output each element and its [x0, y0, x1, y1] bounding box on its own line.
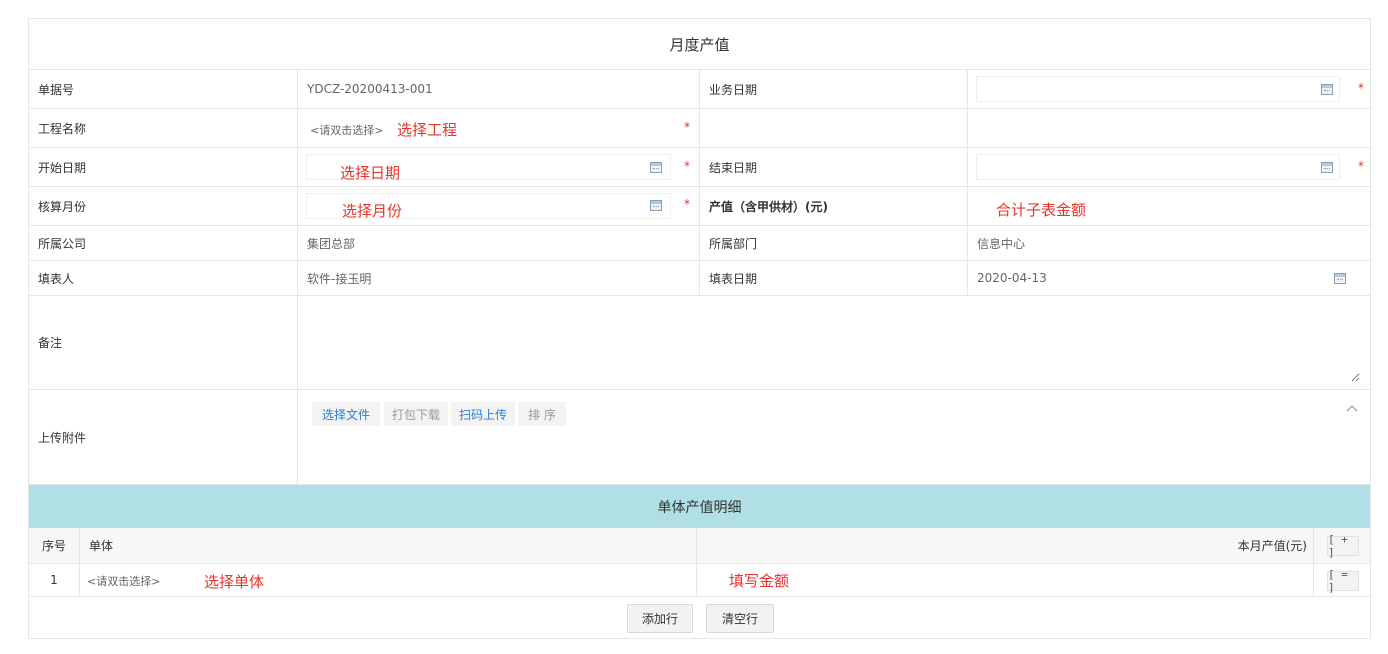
row-amount-cell[interactable]: 填写金额 [696, 564, 1313, 596]
calendar-icon[interactable] [650, 162, 662, 173]
filler-value: 软件-接玉明 [297, 261, 699, 295]
row-month: 核算月份 选择月份 * 产值（含甲供材）(元) 合计子表金额 [29, 187, 1370, 226]
biz-date-input[interactable] [976, 76, 1340, 102]
clear-rows-button[interactable]: 清空行 [706, 604, 774, 633]
calendar-icon [1334, 273, 1346, 284]
row-project: 工程名称 <请双击选择> 选择工程 * [29, 109, 1370, 148]
detail-table-header: 序号 单体 本月产值(元) [ + ] [29, 528, 1370, 564]
attachment-cell: 选择文件 打包下载 扫码上传 排 序 [297, 390, 1372, 484]
start-date-cell: 选择日期 * [297, 148, 699, 186]
project-label: 工程名称 [38, 121, 87, 136]
add-row-icon-button[interactable]: [ + ] [1327, 533, 1359, 559]
fill-date-value: 2020-04-13 [977, 271, 1047, 285]
empty-cell [967, 109, 1372, 147]
remark-textarea[interactable] [298, 296, 1360, 382]
add-column-cell: [ + ] [1313, 528, 1372, 563]
pack-download-button[interactable]: 打包下载 [384, 402, 448, 426]
row-dates: 开始日期 选择日期 * 结束日期 * [29, 148, 1370, 187]
scan-upload-button[interactable]: 扫码上传 [451, 402, 515, 426]
row-unit-annotation: 选择单体 [204, 573, 265, 591]
calendar-icon[interactable] [650, 200, 662, 211]
row-unit-placeholder[interactable]: <请双击选择> [87, 573, 160, 589]
remove-row-button[interactable]: [ = ] [1327, 568, 1359, 594]
column-header-unit: 单体 [79, 528, 696, 563]
remark-label: 备注 [38, 336, 63, 350]
table-row: 1 <请双击选择> 选择单体 填写金额 [ = ] [29, 564, 1370, 597]
end-date-label: 结束日期 [699, 148, 967, 186]
start-date-label: 开始日期 [38, 160, 87, 175]
company-label: 所属公司 [38, 236, 87, 251]
detail-section-header: 单体产值明细 [29, 485, 1370, 528]
fill-date-label: 填表日期 [699, 261, 967, 295]
form-title-row: 月度产值 [29, 19, 1370, 70]
form-title: 月度产值 [669, 35, 730, 54]
account-month-label: 核算月份 [38, 199, 87, 214]
fill-date-cell: 2020-04-13 [967, 261, 1372, 295]
company-value: 集团总部 [297, 226, 699, 260]
required-mark: * [684, 120, 690, 134]
row-attachment: 上传附件 选择文件 打包下载 扫码上传 排 序 [29, 390, 1370, 485]
empty-cell [699, 109, 967, 147]
department-label: 所属部门 [699, 226, 967, 260]
biz-date-cell: * [967, 70, 1372, 108]
biz-date-label: 业务日期 [699, 70, 967, 108]
output-value-cell: 合计子表金额 [967, 187, 1372, 225]
add-row-button[interactable]: 添加行 [627, 604, 693, 633]
column-header-amount: 本月产值(元) [696, 528, 1313, 563]
end-date-input[interactable] [976, 154, 1340, 180]
project-cell[interactable]: <请双击选择> 选择工程 * [297, 109, 699, 147]
required-mark: * [684, 197, 690, 211]
row-amount-annotation: 填写金额 [729, 572, 790, 590]
account-month-annotation: 选择月份 [342, 202, 403, 220]
column-header-seq: 序号 [41, 539, 66, 553]
row-seq: 1 [50, 573, 58, 587]
project-annotation: 选择工程 [397, 121, 458, 139]
row-unit-cell[interactable]: <请双击选择> 选择单体 [79, 564, 696, 596]
row-remark: 备注 [29, 296, 1370, 390]
account-month-cell: 选择月份 * [297, 187, 699, 225]
select-file-button[interactable]: 选择文件 [312, 402, 380, 426]
attachment-label: 上传附件 [38, 430, 87, 445]
row-filler: 填表人 软件-接玉明 填表日期 2020-04-13 [29, 261, 1370, 296]
end-date-cell: * [967, 148, 1372, 186]
row-doc-no: 单据号 YDCZ-20200413-001 业务日期 * [29, 70, 1370, 109]
required-mark: * [1358, 159, 1364, 173]
required-mark: * [684, 159, 690, 173]
output-value-label: 产值（含甲供材）(元) [699, 187, 967, 225]
row-company: 所属公司 集团总部 所属部门 信息中心 [29, 226, 1370, 261]
sort-button[interactable]: 排 序 [518, 402, 566, 426]
chevron-up-icon[interactable] [1346, 404, 1358, 412]
required-mark: * [1358, 81, 1364, 95]
remark-cell [297, 296, 1372, 389]
start-date-annotation: 选择日期 [340, 164, 401, 182]
monthly-output-form: 月度产值 单据号 YDCZ-20200413-001 业务日期 * 工程名称 <… [28, 18, 1371, 639]
doc-no-label: 单据号 [38, 82, 75, 97]
project-placeholder[interactable]: <请双击选择> [310, 122, 383, 138]
filler-label: 填表人 [38, 271, 75, 286]
department-value: 信息中心 [967, 226, 1372, 260]
calendar-icon[interactable] [1321, 84, 1333, 95]
doc-no-value: YDCZ-20200413-001 [297, 70, 699, 108]
output-value-annotation: 合计子表金额 [996, 201, 1087, 219]
calendar-icon[interactable] [1321, 162, 1333, 173]
row-remove-cell: [ = ] [1313, 564, 1372, 596]
